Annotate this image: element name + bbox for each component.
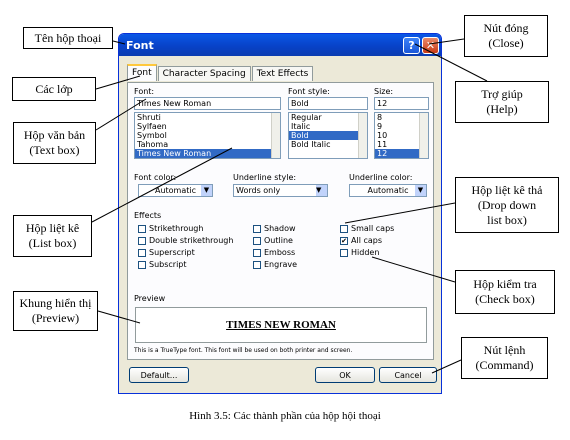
callout-preview: Khung hiển thị (Preview) — [13, 291, 98, 331]
callout-close: Nút đóng (Close) — [464, 15, 548, 57]
figure-caption: Hình 3.5: Các thành phần của hộp hội tho… — [189, 410, 381, 422]
callout-help: Trợ giúp (Help) — [455, 81, 549, 123]
callout-listbox: Hộp liệt kê (List box) — [13, 215, 92, 257]
callout-textbox: Hộp văn bản (Text box) — [13, 122, 96, 164]
callout-command: Nút lệnh (Command) — [461, 337, 548, 379]
callout-dropdown: Hộp liệt kê thả (Drop down list box) — [455, 177, 559, 233]
callout-dialog-title: Tên hộp thoại — [23, 27, 113, 49]
callout-tabs: Các lớp — [12, 77, 96, 101]
callout-checkbox: Hộp kiểm tra (Check box) — [455, 270, 555, 314]
